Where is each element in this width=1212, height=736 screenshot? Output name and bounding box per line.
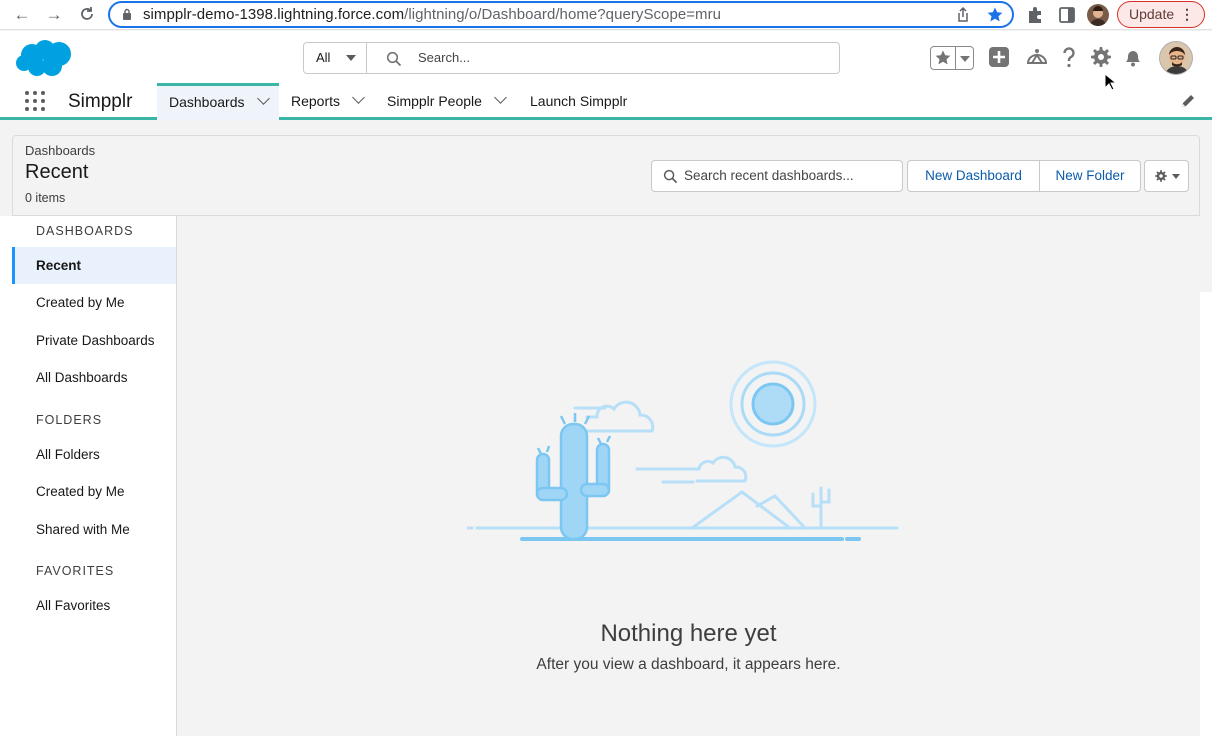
list-view-header: Dashboards Recent 0 items Search recent …	[12, 135, 1200, 216]
edit-nav-pencil-icon[interactable]	[1180, 93, 1196, 109]
list-search-input[interactable]: Search recent dashboards...	[651, 160, 903, 192]
tab-simpplr-people-label: Simpplr People	[387, 93, 482, 109]
extensions-icon[interactable]	[1026, 5, 1046, 25]
global-create-icon[interactable]	[987, 45, 1011, 69]
favorites-button-group[interactable]	[930, 46, 974, 70]
caret-down-icon	[346, 55, 356, 61]
search-scope-label: All	[316, 50, 331, 65]
salesforce-cloud-logo[interactable]	[15, 37, 75, 79]
address-bar[interactable]: simpplr-demo-1398.lightning.force.com/li…	[108, 1, 1014, 28]
chevron-down-icon[interactable]	[352, 91, 365, 104]
desert-empty-state-illustration	[467, 360, 899, 541]
breadcrumb: Dashboards	[25, 143, 96, 158]
item-count: 0 items	[25, 191, 66, 205]
side-panel-icon[interactable]	[1057, 5, 1077, 25]
share-icon[interactable]	[954, 6, 972, 24]
search-icon	[386, 51, 402, 67]
sidebar-item-label: All Favorites	[36, 598, 111, 613]
tab-reports-label: Reports	[291, 93, 341, 109]
lock-icon	[123, 8, 131, 20]
button-divider	[955, 47, 956, 69]
sidebar-heading-folders: FOLDERS	[36, 413, 103, 427]
sidebar-item-label: Recent	[36, 258, 82, 273]
list-settings-button[interactable]	[1144, 160, 1189, 192]
url-text[interactable]: simpplr-demo-1398.lightning.force.com/li…	[143, 6, 721, 23]
app-name: Simpplr	[68, 91, 133, 112]
search-icon	[663, 169, 678, 184]
new-folder-button[interactable]: New Folder	[1040, 161, 1140, 191]
sidebar-item-all-dashboards[interactable]: All Dashboards	[0, 359, 176, 396]
back-arrow-icon[interactable]: ←	[12, 5, 32, 25]
sidebar-item-label: Created by Me	[36, 295, 125, 310]
sidebar-item-folders-created-by-me[interactable]: Created by Me	[0, 473, 176, 510]
new-dashboard-button[interactable]: New Dashboard	[908, 161, 1040, 191]
sidebar-heading-favorites: FAVORITES	[36, 564, 115, 578]
sidebar-item-label: All Dashboards	[36, 370, 128, 385]
global-header: All Search...	[0, 31, 1212, 83]
sidebar-item-shared-with-me[interactable]: Shared with Me	[0, 511, 176, 548]
chevron-down-icon[interactable]	[256, 92, 270, 105]
sidebar-item-recent[interactable]: Recent	[12, 247, 176, 284]
update-button[interactable]: Update ⋮	[1117, 1, 1205, 28]
help-icon[interactable]	[1057, 45, 1081, 69]
sidebar-heading-dashboards: DASHBOARDS	[36, 224, 134, 238]
user-avatar[interactable]	[1159, 41, 1193, 75]
bookmark-star-icon[interactable]	[986, 6, 1004, 24]
dashboards-sidebar: DASHBOARDS Recent Created by Me Private …	[0, 216, 177, 736]
reload-icon[interactable]	[77, 5, 97, 25]
tab-launch-simpplr-label: Launch Simpplr	[530, 93, 628, 109]
sidebar-item-label: All Folders	[36, 447, 100, 462]
page-title: Recent	[25, 161, 89, 183]
tab-simpplr-people[interactable]: Simpplr People	[387, 83, 507, 120]
search-scope-select[interactable]: All	[304, 43, 367, 73]
caret-down-icon	[1172, 174, 1180, 179]
notifications-bell-icon[interactable]	[1121, 45, 1145, 69]
settings-gear-icon	[1155, 170, 1167, 182]
trailhead-icon[interactable]	[1025, 45, 1049, 69]
page-right-gutter	[1200, 292, 1212, 736]
profile-avatar-icon[interactable]	[1087, 4, 1109, 26]
search-input[interactable]: Search...	[418, 50, 470, 65]
sidebar-item-all-favorites[interactable]: All Favorites	[0, 587, 176, 624]
sidebar-item-label: Shared with Me	[36, 522, 130, 537]
url-host: simpplr-demo-1398.lightning.force.com	[143, 6, 405, 23]
favorites-menu-caret-icon[interactable]	[960, 56, 970, 62]
sidebar-item-all-folders[interactable]: All Folders	[0, 436, 176, 473]
app-launcher-icon[interactable]	[24, 90, 46, 112]
app-navigation-bar: Simpplr Dashboards Reports Simpplr Peopl…	[0, 83, 1212, 120]
forward-arrow-icon[interactable]: →	[44, 5, 64, 25]
empty-state-subtitle: After you view a dashboard, it appears h…	[536, 656, 841, 673]
global-search[interactable]: All Search...	[303, 42, 840, 74]
list-search-placeholder: Search recent dashboards...	[684, 168, 854, 183]
tab-reports[interactable]: Reports	[291, 83, 365, 120]
url-path: /lightning/o/Dashboard/home?queryScope=m…	[404, 6, 722, 23]
sidebar-item-label: Private Dashboards	[36, 333, 155, 348]
favorites-star-icon[interactable]	[934, 49, 952, 67]
mouse-cursor-icon	[1104, 73, 1116, 91]
update-label: Update	[1129, 6, 1175, 22]
sidebar-item-created-by-me[interactable]: Created by Me	[0, 284, 176, 321]
sidebar-item-label: Created by Me	[36, 484, 125, 499]
tab-dashboards[interactable]: Dashboards	[157, 83, 279, 120]
setup-gear-icon[interactable]	[1089, 45, 1113, 69]
dashboard-list-area: Nothing here yet After you view a dashbo…	[177, 216, 1200, 736]
browser-toolbar: ← → simpplr-demo-1398.lightning.force.co…	[0, 0, 1212, 30]
action-button-group: New Dashboard New Folder	[907, 160, 1141, 192]
empty-state-title: Nothing here yet	[600, 620, 777, 647]
chevron-down-icon[interactable]	[494, 91, 507, 104]
sidebar-item-private-dashboards[interactable]: Private Dashboards	[0, 322, 176, 359]
tab-dashboards-label: Dashboards	[169, 94, 245, 110]
tab-launch-simpplr[interactable]: Launch Simpplr	[530, 83, 627, 120]
more-vert-icon: ⋮	[1180, 6, 1194, 22]
